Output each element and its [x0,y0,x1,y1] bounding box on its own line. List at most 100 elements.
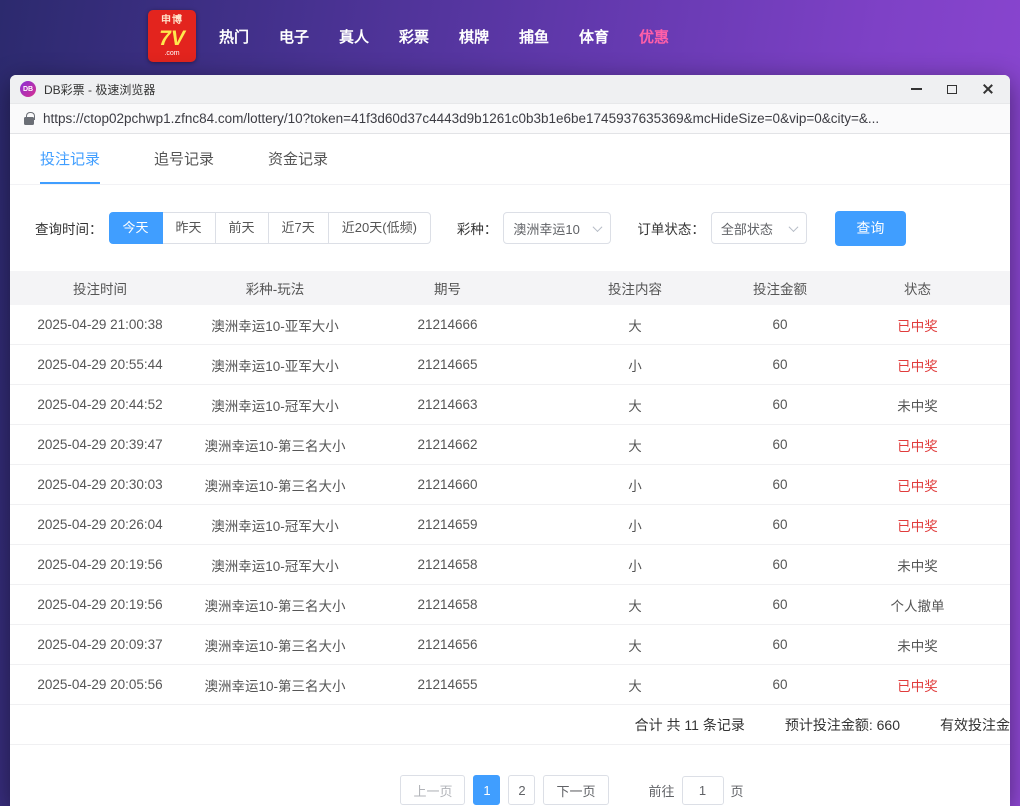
goto-label: 前往 [649,781,675,800]
status-text: 未中奖 [825,635,1010,655]
game-play: 澳洲幸运10-第三名大小 [190,435,360,455]
game-play: 澳洲幸运10-第三名大小 [190,595,360,615]
page-button-2[interactable]: 2 [508,775,535,805]
goto-page: 前往 页 [649,776,744,805]
game-play: 澳洲幸运10-第三名大小 [190,675,360,695]
bet-content: 小 [535,515,735,535]
nav-item-promo[interactable]: 优惠 [624,26,684,47]
lock-icon[interactable] [24,117,34,125]
page-button-1[interactable]: 1 [473,775,500,805]
bet-content: 大 [535,595,735,615]
summary-valid-amount: 有效投注金额 [940,715,1010,735]
bet-content: 小 [535,355,735,375]
filter-last7days[interactable]: 近7天 [268,212,329,244]
close-icon [982,83,994,95]
goto-unit-label: 页 [731,781,744,800]
summary-total: 合计 共 11 条记录 [635,715,745,735]
bet-amount: 60 [735,597,825,612]
bet-amount: 60 [735,317,825,332]
window-title: DB彩票 - 极速浏览器 [44,81,898,98]
game-play: 澳洲幸运10-亚军大小 [190,315,360,335]
site-logo[interactable]: 申博 7V .com [148,10,196,62]
status-text: 未中奖 [825,395,1010,415]
issue: 21214655 [360,677,535,692]
minimize-button[interactable] [898,76,934,102]
issue: 21214662 [360,437,535,452]
prev-page-button[interactable]: 上一页 [400,775,465,805]
game-play: 澳洲幸运10-冠军大小 [190,555,360,575]
filter-bar: 查询时间： 今天 昨天 前天 近7天 近20天(低频) 彩种： 澳洲幸运10 订… [35,211,1010,245]
tab-bet-records[interactable]: 投注记录 [40,148,100,184]
table-row: 2025-04-29 21:00:38 澳洲幸运10-亚军大小 21214666… [10,305,1010,345]
url-text[interactable]: https://ctop02pchwp1.zfnc84.com/lottery/… [43,111,879,126]
bet-amount: 60 [735,397,825,412]
col-bet-time: 投注时间 [10,278,190,298]
logo-main-text: 7V [159,28,185,49]
maximize-button[interactable] [934,76,970,102]
col-status: 状态 [825,278,1010,298]
nav-item-lottery[interactable]: 彩票 [384,26,444,47]
bet-time: 2025-04-29 20:30:03 [10,477,190,492]
game-play: 澳洲幸运10-第三名大小 [190,475,360,495]
issue: 21214658 [360,597,535,612]
next-page-button[interactable]: 下一页 [543,775,608,805]
table-row: 2025-04-29 20:44:52 澳洲幸运10-冠军大小 21214663… [10,385,1010,425]
tab-fund-records[interactable]: 资金记录 [268,148,328,184]
game-play: 澳洲幸运10-亚军大小 [190,355,360,375]
lottery-select[interactable]: 澳洲幸运10 [503,212,611,244]
bet-time: 2025-04-29 20:44:52 [10,397,190,412]
issue: 21214656 [360,637,535,652]
status-text: 已中奖 [825,435,1010,455]
browser-window: DB DB彩票 - 极速浏览器 https://ctop02pchwp1.zfn… [10,75,1010,806]
issue: 21214658 [360,557,535,572]
nav-item-live[interactable]: 真人 [324,26,384,47]
order-status-select[interactable]: 全部状态 [711,212,807,244]
issue: 21214659 [360,517,535,532]
table-row: 2025-04-29 20:19:56 澳洲幸运10-冠军大小 21214658… [10,545,1010,585]
close-button[interactable] [970,76,1006,102]
goto-page-input[interactable] [682,776,724,805]
bet-content: 大 [535,315,735,335]
bet-time: 2025-04-29 20:19:56 [10,557,190,572]
bet-records-table: 投注时间 彩种-玩法 期号 投注内容 投注金额 状态 2025-04-29 21… [10,271,1010,705]
bet-content: 大 [535,435,735,455]
db-favicon-icon: DB [20,81,36,97]
status-text: 未中奖 [825,555,1010,575]
issue: 21214665 [360,357,535,372]
lottery-select-value: 澳洲幸运10 [513,219,579,238]
status-text: 个人撤单 [825,595,1010,615]
bet-amount: 60 [735,357,825,372]
bet-time: 2025-04-29 20:19:56 [10,597,190,612]
game-play: 澳洲幸运10-冠军大小 [190,395,360,415]
maximize-icon [947,85,957,94]
bet-time: 2025-04-29 20:55:44 [10,357,190,372]
search-button[interactable]: 查询 [835,211,906,246]
filter-daybefore[interactable]: 前天 [215,212,269,244]
nav-item-slots[interactable]: 电子 [264,26,324,47]
table-row: 2025-04-29 20:39:47 澳洲幸运10-第三名大小 2121466… [10,425,1010,465]
chevron-down-icon [593,222,603,232]
filter-today[interactable]: 今天 [109,212,163,244]
bet-amount: 60 [735,437,825,452]
table-header-row: 投注时间 彩种-玩法 期号 投注内容 投注金额 状态 [10,271,1010,305]
table-row: 2025-04-29 20:05:56 澳洲幸运10-第三名大小 2121465… [10,665,1010,705]
filter-last20days[interactable]: 近20天(低频) [328,212,431,244]
col-game-play: 彩种-玩法 [190,278,360,298]
game-play: 澳洲幸运10-冠军大小 [190,515,360,535]
main-nav: 热门 电子 真人 彩票 棋牌 捕鱼 体育 优惠 [204,26,684,47]
logo-top-text: 申博 [161,16,183,26]
filter-yesterday[interactable]: 昨天 [162,212,216,244]
nav-item-sports[interactable]: 体育 [564,26,624,47]
bet-content: 小 [535,555,735,575]
game-play: 澳洲幸运10-第三名大小 [190,635,360,655]
nav-item-cards[interactable]: 棋牌 [444,26,504,47]
lottery-filter-label: 彩种： [457,218,498,238]
nav-item-hot[interactable]: 热门 [204,26,264,47]
col-bet-amount: 投注金额 [735,278,825,298]
status-text: 已中奖 [825,515,1010,535]
tab-chase-records[interactable]: 追号记录 [154,148,214,184]
address-bar[interactable]: https://ctop02pchwp1.zfnc84.com/lottery/… [10,103,1010,134]
nav-item-fishing[interactable]: 捕鱼 [504,26,564,47]
status-text: 已中奖 [825,355,1010,375]
order-status-label: 订单状态： [637,218,705,238]
